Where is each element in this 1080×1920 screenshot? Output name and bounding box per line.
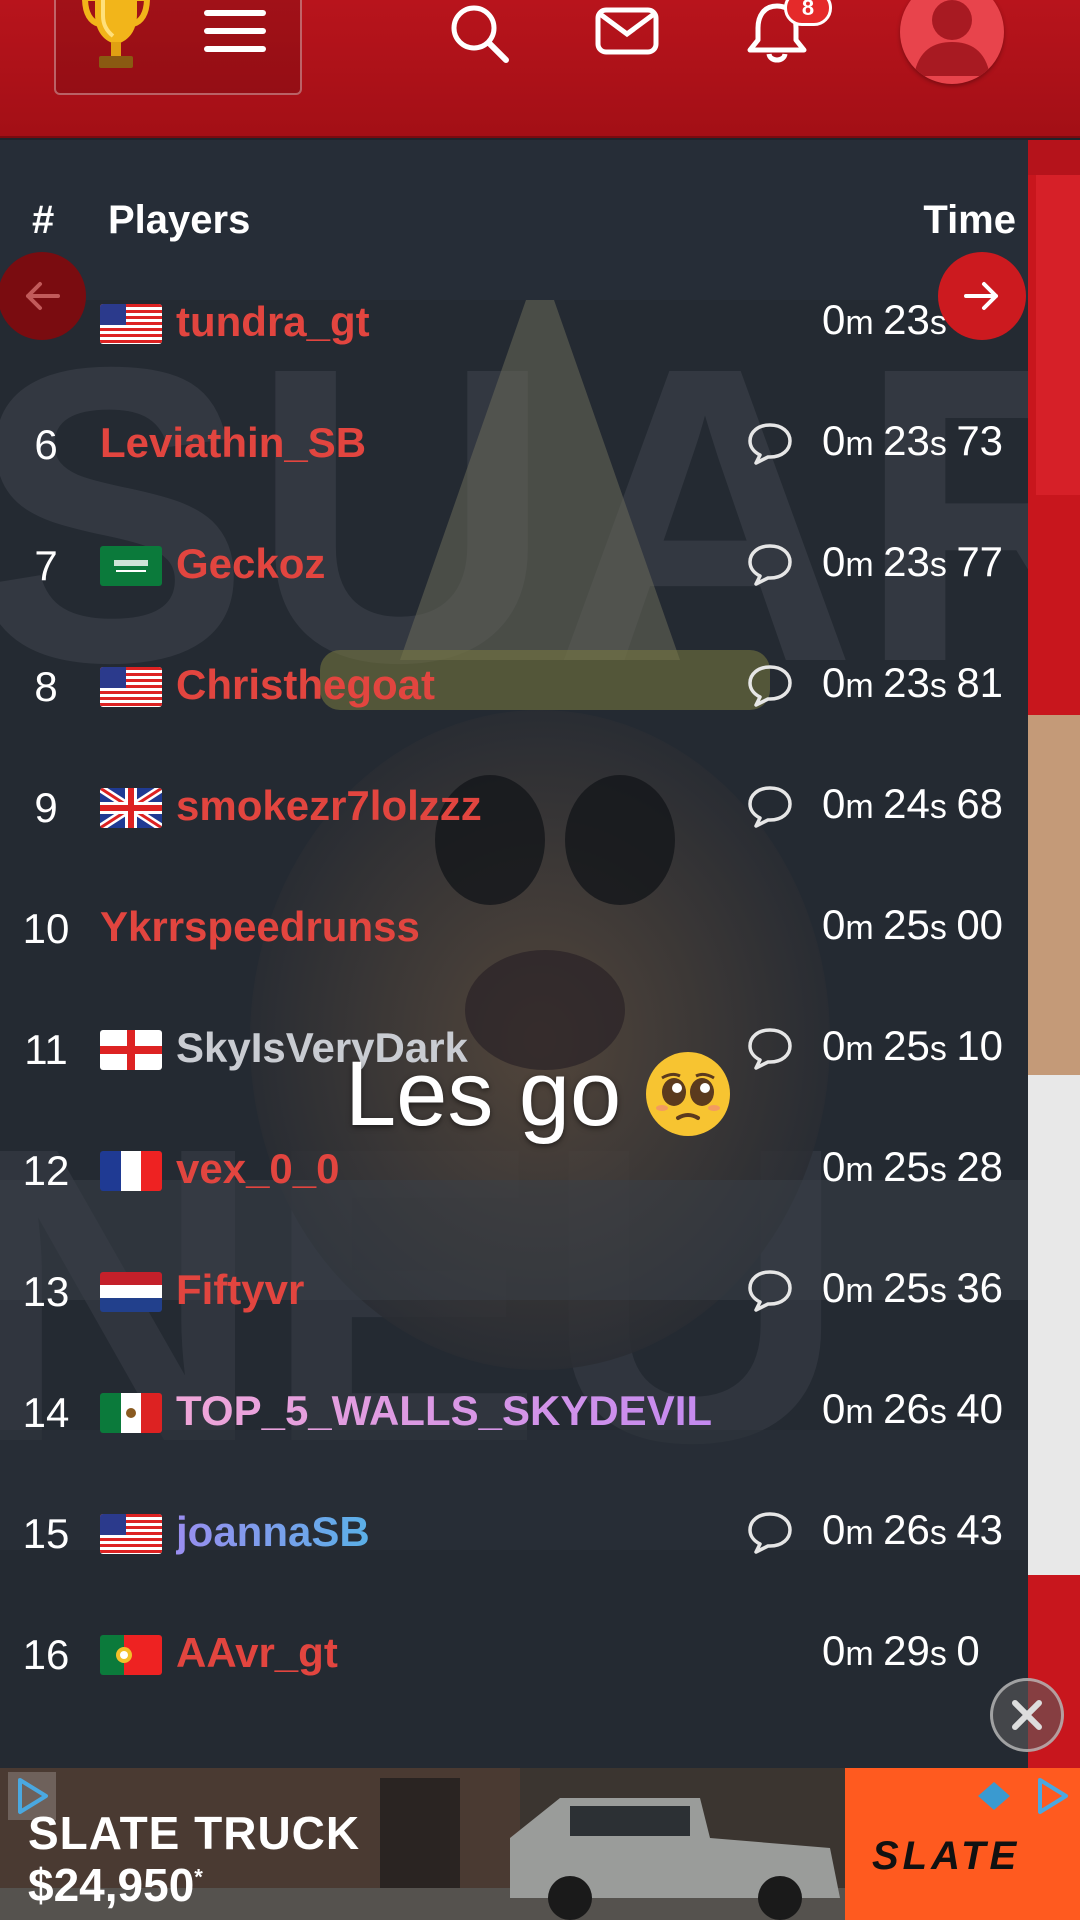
- avatar[interactable]: [900, 0, 1004, 84]
- player-name-link[interactable]: smokezr7lolzzz: [176, 782, 482, 830]
- flag-fr-icon: [100, 1151, 162, 1191]
- chat-bubble-icon[interactable]: [746, 1508, 794, 1556]
- trophy-icon[interactable]: [81, 0, 151, 72]
- table-row[interactable]: 15 joannaSB 0m 26s 43: [0, 1472, 1028, 1593]
- top-bar: 8: [0, 0, 1080, 138]
- mail-icon[interactable]: [592, 0, 662, 70]
- ad-expand-icon[interactable]: [970, 1772, 1018, 1820]
- rank-number: 10: [22, 905, 70, 952]
- rank-column-header: #: [32, 198, 55, 242]
- run-time: 0m 29s 0: [822, 1627, 980, 1674]
- flag-nl-icon: [100, 1272, 162, 1312]
- rank-number: 12: [22, 1147, 70, 1194]
- story-caption: Les go: [345, 1043, 622, 1145]
- table-row[interactable]: 14 TOP_5_WALLS_SKYDEVIL 0m 26s 40: [0, 1351, 1028, 1472]
- leaderboard-panel: SUAR NEU # Players Time 5tundra_gt0m 23s…: [0, 140, 1028, 1768]
- ad-title: SLATE TRUCK: [28, 1807, 361, 1859]
- rank-number: 9: [34, 784, 58, 831]
- table-row[interactable]: 7 Geckoz 0m 23s 77: [0, 504, 1028, 625]
- player-name-link[interactable]: Geckoz: [176, 540, 325, 588]
- flag-pt-icon: [100, 1635, 162, 1675]
- rank-number: 7: [34, 542, 58, 589]
- rank-number: 6: [34, 421, 58, 468]
- table-row[interactable]: 9 smokezr7lolzzz 0m 24s 68: [0, 746, 1028, 867]
- chat-bubble-icon[interactable]: [746, 540, 794, 588]
- rank-number: 15: [22, 1510, 70, 1557]
- player-name-link[interactable]: Fiftyvr: [176, 1266, 304, 1314]
- arrow-left-icon: [26, 282, 60, 310]
- close-ad-button[interactable]: [990, 1678, 1064, 1752]
- ad-banner[interactable]: SLATE TRUCK $24,950* SLATE: [0, 1768, 1080, 1920]
- player-name-link[interactable]: Ykrrspeedrunss: [100, 903, 420, 951]
- players-column-header: Players: [108, 198, 251, 242]
- player-name-link[interactable]: Leviathin_SB: [100, 419, 366, 467]
- table-row[interactable]: 16 AAvr_gt 0m 29s 0: [0, 1593, 1028, 1714]
- rank-number: 14: [22, 1389, 70, 1436]
- flag-us-icon: [100, 667, 162, 707]
- rank-number: 16: [22, 1631, 70, 1678]
- time-column-header: Time: [923, 198, 1016, 242]
- flag-mx-icon: [100, 1393, 162, 1433]
- run-time: 0m 25s 00: [822, 901, 1004, 948]
- rank-number: 8: [34, 663, 58, 710]
- previous-page-button[interactable]: [0, 252, 86, 340]
- player-name-link[interactable]: Christhegoat: [176, 661, 435, 709]
- run-time: 0m 23s 77: [822, 538, 1004, 585]
- search-icon[interactable]: [444, 0, 514, 70]
- run-time: 0m 26s 40: [822, 1385, 1004, 1432]
- player-name-link[interactable]: TOP_5_WALLS_SKYDEVIL: [176, 1387, 712, 1435]
- table-row[interactable]: 6 Leviathin_SB 0m 23s 73: [0, 383, 1028, 504]
- ad-brand-logo: SLATE: [872, 1834, 1021, 1878]
- chat-bubble-icon[interactable]: [746, 1266, 794, 1314]
- table-row[interactable]: 10 Ykrrspeedrunss 0m 25s 00: [0, 867, 1028, 988]
- chat-bubble-icon[interactable]: [746, 419, 794, 467]
- ad-price: $24,950*: [28, 1859, 203, 1911]
- ad-info-icon[interactable]: [1028, 1772, 1076, 1820]
- logo-menu-box[interactable]: [54, 0, 302, 95]
- run-time: 0m 25s 10: [822, 1022, 1004, 1069]
- run-time: 0m 23s 81: [822, 659, 1004, 706]
- chat-bubble-icon[interactable]: [746, 1024, 794, 1072]
- player-name-link[interactable]: AAvr_gt: [176, 1629, 338, 1677]
- rank-number: 13: [22, 1268, 70, 1315]
- arrow-right-icon: [964, 282, 998, 310]
- run-time: 0m 25s 28: [822, 1143, 1004, 1190]
- table-row[interactable]: 5tundra_gt0m 23s 50: [0, 262, 1028, 383]
- notification-badge: 8: [784, 0, 832, 26]
- player-name-link[interactable]: tundra_gt: [176, 298, 370, 346]
- run-time: 0m 23s 73: [822, 417, 1004, 464]
- flag-gb-icon: [100, 788, 162, 828]
- chat-bubble-icon[interactable]: [746, 782, 794, 830]
- run-time: 0m 25s 36: [822, 1264, 1004, 1311]
- side-art: [1028, 175, 1080, 1768]
- pleading-face-emoji: [646, 1052, 730, 1136]
- table-row[interactable]: 13 Fiftyvr 0m 25s 36: [0, 1230, 1028, 1351]
- flag-us-icon: [100, 1514, 162, 1554]
- player-name-link[interactable]: joannaSB: [176, 1508, 370, 1556]
- run-time: 0m 24s 68: [822, 780, 1004, 827]
- avatar-icon: [914, 0, 990, 76]
- next-page-button[interactable]: [938, 252, 1026, 340]
- chat-bubble-icon[interactable]: [746, 661, 794, 709]
- menu-icon[interactable]: [204, 10, 266, 54]
- flag-us-icon: [100, 304, 162, 344]
- close-icon: [1012, 1700, 1042, 1730]
- table-row[interactable]: 8 Christhegoat 0m 23s 81: [0, 625, 1028, 746]
- flag-england-icon: [100, 1030, 162, 1070]
- player-name-link[interactable]: vex_0_0: [176, 1145, 340, 1193]
- rank-number: 11: [24, 1026, 68, 1073]
- run-time: 0m 26s 43: [822, 1506, 1004, 1553]
- flag-sa-icon: [100, 546, 162, 586]
